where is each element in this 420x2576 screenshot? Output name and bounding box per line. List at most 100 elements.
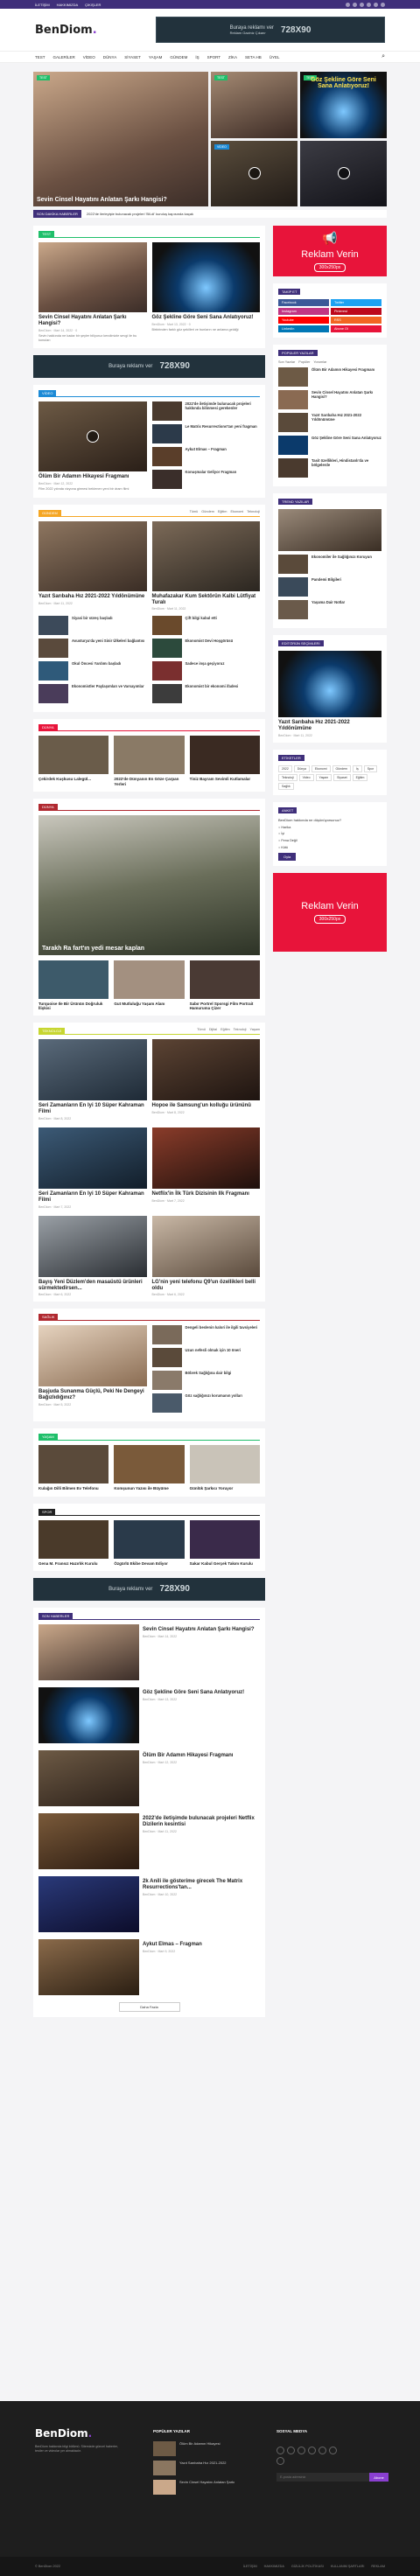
poll-option[interactable]: İyi — [281, 832, 284, 835]
article-card[interactable]: Gena M. Fransız Hazırlık Kurulu — [38, 1519, 109, 1566]
article-thumb[interactable] — [38, 1127, 147, 1189]
list-item[interactable]: Ölüm Bir Adamın Hikayesi Fragmanı — [278, 367, 382, 387]
youtube-button[interactable]: Youtube — [278, 317, 329, 324]
tag-chip[interactable]: Gündem — [332, 764, 351, 772]
latest-thumb[interactable] — [38, 1749, 139, 1806]
article-card[interactable]: Günlük Şarkıcı Yoruyor — [189, 1445, 260, 1490]
hero-title[interactable]: Sevin Cinsel Hayatını Anlatan Şarkı Hang… — [37, 197, 205, 203]
article-thumb[interactable] — [151, 1215, 260, 1277]
article-title[interactable]: LG'nin yeni telefonu Q9'un özellikleri b… — [152, 1280, 261, 1292]
linkedin-icon[interactable] — [329, 2447, 337, 2454]
tag-chip[interactable]: Dünya — [293, 764, 310, 772]
section-label[interactable]: SON HABERLER — [38, 1612, 74, 1619]
footer-post-thumb[interactable] — [153, 2441, 176, 2456]
list-title[interactable]: Ekonomist Devi Hoşgörüsü — [186, 639, 234, 643]
tab[interactable]: Tümü — [190, 510, 199, 517]
article-title[interactable]: Komşunun Yazısı ile Büyüme — [114, 1486, 184, 1490]
article-thumb[interactable] — [114, 736, 185, 775]
subscribe-button[interactable]: Abone Ol — [331, 325, 382, 332]
article-card[interactable]: Başjuda Sunanma Güçlü, Peki Ne Dengeyi B… — [38, 1325, 147, 1416]
article-title[interactable]: Sevin Cinsel Hayatını Anlatan Şarkı Hang… — [38, 315, 147, 327]
list-thumb[interactable] — [151, 1348, 182, 1368]
latest-title[interactable]: 2022'de iletişimde bulunacak projeleri N… — [143, 1816, 260, 1828]
tag-chip[interactable]: Ekonomi — [311, 764, 331, 772]
footer-link[interactable]: İLETİŞİM — [243, 2565, 257, 2568]
site-logo[interactable]: BenDiom. — [35, 24, 97, 37]
article-card[interactable]: Yazıt Sarıbaha Hız 2021-2022 Yıldönümüne… — [38, 520, 147, 611]
list-item[interactable]: Yaşama Dair Notlar — [278, 600, 382, 619]
article-title[interactable]: Gut Mutluluğu Yaşam Alanı — [114, 1002, 184, 1006]
section-label[interactable]: SPOR — [38, 1508, 56, 1515]
nav-item[interactable]: VİDEO — [83, 55, 95, 59]
article-title[interactable]: Günlük Şarkıcı Yoruyor — [190, 1486, 260, 1490]
article-thumb[interactable] — [189, 736, 260, 775]
article-card[interactable]: Kulağın Dilli Bilmen Ev Telefonu — [38, 1445, 109, 1490]
article-title[interactable]: Bayış Yeni Düzlem'den masaüstü ürünleri … — [38, 1280, 147, 1292]
latest-item[interactable]: Ölüm Bir Adamın Hikayesi Fragmanı BenDiom… — [38, 1749, 260, 1806]
latest-title[interactable]: 2k Anili ile gösterime girecek The Matri… — [143, 1879, 260, 1891]
article-card[interactable]: Sabır Portrel Sporsgi Film Portrait Hamu… — [189, 960, 260, 1010]
latest-thumb[interactable] — [38, 1938, 139, 1995]
footer-post-thumb[interactable] — [153, 2480, 176, 2495]
topbar-link[interactable]: HAKKIMIZDA — [57, 3, 78, 7]
list-thumb[interactable] — [151, 423, 182, 443]
article-thumb[interactable] — [38, 1325, 147, 1387]
tag-chip[interactable]: Sağlık — [278, 782, 294, 790]
list-title[interactable]: Tasit özellikleri, Hindistanlı'da ve böl… — [312, 458, 382, 468]
article-title[interactable]: Seri Zamanların En Iyi 10 Süper Kahraman… — [38, 1103, 147, 1115]
list-thumb[interactable] — [278, 600, 308, 619]
list-thumb[interactable] — [278, 413, 308, 432]
rss-icon[interactable] — [381, 2, 385, 7]
list-thumb[interactable] — [151, 401, 182, 421]
list-title[interactable]: Sevin Cinsel Hayatını Anlatan Şarkı Hang… — [312, 390, 382, 400]
list-title[interactable]: Çift bilgi kabul etti — [186, 616, 217, 620]
latest-thumb[interactable] — [38, 1875, 139, 1932]
article-title[interactable]: Göz Şekline Göre Seni Sana Anlatıyoruz! — [152, 315, 261, 321]
facebook-icon[interactable] — [276, 2447, 284, 2454]
list-item[interactable]: Göz sağlığınızı korumanın yolları — [151, 1393, 261, 1414]
article-card[interactable]: Sakar Kabul Gerçek Takım Kurulu — [189, 1519, 260, 1566]
list-title[interactable]: Ekonomiler ile Sağlığınızı Koruyun — [312, 555, 372, 559]
tab[interactable]: Dijital — [209, 1028, 217, 1035]
footer-post-title[interactable]: Sevin Cinsel Hayatını Anlatan Şarkı — [179, 2480, 234, 2495]
list-item[interactable]: Uzun nefesli olmak için 10 öneri — [151, 1348, 261, 1368]
article-thumb[interactable] — [38, 736, 109, 775]
ticker-text[interactable]: 2022'de ilerleyişte bulunacak projeleri … — [87, 212, 193, 216]
nav-item[interactable]: ZİKA — [228, 55, 237, 59]
article-thumb[interactable] — [114, 1519, 185, 1559]
article-card[interactable]: LG'nin yeni telefonu Q9'un özellikleri b… — [151, 1215, 261, 1296]
article-title[interactable]: Sabır Portrel Sporsgi Film Portrait Hamu… — [190, 1002, 260, 1010]
youtube-icon[interactable] — [367, 2, 371, 7]
article-thumb[interactable] — [38, 401, 147, 471]
list-thumb[interactable] — [38, 616, 68, 636]
article-title[interactable]: Çekirdek Kuşkusu Lalegül... — [38, 777, 108, 781]
article-title[interactable]: Yazıt Sarıbaha Hız 2021-2022 Yıldönümüne — [38, 594, 147, 600]
article-thumb[interactable] — [189, 1519, 260, 1559]
feature-thumb[interactable]: Tarakh Ra fart'ın yedi mesar kaplan — [38, 814, 260, 955]
search-icon[interactable]: ⌕ — [382, 53, 385, 60]
article-thumb[interactable] — [38, 1039, 147, 1101]
list-item[interactable]: Okul Öncesi Yardımı başladı — [38, 661, 147, 681]
list-item[interactable]: Konuşmalar Geliyor Fragman — [151, 469, 261, 489]
article-card[interactable]: Tiniz Bayram Sevimli Kutlamalar — [189, 736, 260, 785]
footer-post[interactable]: Sevin Cinsel Hayatını Anlatan Şarkı — [153, 2480, 258, 2495]
list-title[interactable]: Ölüm Bir Adamın Hikayesi Fragmanı — [312, 367, 374, 372]
poll-option[interactable]: Harika — [281, 826, 290, 829]
nav-item[interactable]: TEST — [35, 55, 46, 59]
article-title[interactable]: Gena M. Fransız Hazırlık Kurulu — [38, 1561, 108, 1566]
nav-item[interactable]: SİYASET — [124, 55, 141, 59]
list-thumb[interactable] — [151, 639, 182, 659]
topbar-link[interactable]: ÇIKIŞLER — [85, 3, 101, 7]
pinterest-icon[interactable] — [308, 2447, 316, 2454]
facebook-button[interactable]: Facebook — [278, 299, 329, 306]
list-item[interactable]: Le Matrix Resurrections'tan yeni fragman — [151, 423, 261, 443]
article-title[interactable]: Tiniz Bayram Sevimli Kutlamalar — [190, 777, 260, 781]
article-title[interactable]: 2022'de Dünyanın En Göze Çarpan Yerleri — [114, 777, 184, 785]
list-thumb[interactable] — [278, 555, 308, 574]
latest-item[interactable]: Göz Şekline Göre Seni Sana Anlatıyoruz! B… — [38, 1686, 260, 1743]
list-thumb[interactable] — [278, 436, 308, 455]
hero-tile[interactable]: TEST Göz Şekline Göre Seni Sana Anlatıyo… — [300, 72, 387, 138]
tab[interactable]: Yorumlar — [313, 360, 326, 364]
editor-title[interactable]: Yazıt Sarıbaha Hız 2021-2022 Yıldönümüne — [278, 720, 382, 732]
list-title[interactable]: Aykut Elmas – Fragman — [186, 447, 227, 451]
